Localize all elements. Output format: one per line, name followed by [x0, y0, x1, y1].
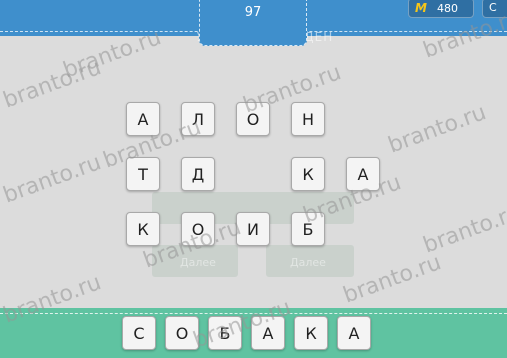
watermark: branto.ru — [340, 250, 445, 309]
watermark: branto.ru — [420, 200, 507, 259]
answer-slot[interactable]: С — [122, 316, 156, 350]
ghost-label-left: Далее — [180, 256, 216, 269]
answer-slot[interactable]: К — [294, 316, 328, 350]
letter-tile[interactable]: Д — [181, 157, 215, 191]
letter-tile[interactable]: О — [181, 212, 215, 246]
answer-slot[interactable]: А — [337, 316, 371, 350]
menu-button[interactable]: С — [482, 0, 507, 18]
answer-slot[interactable]: Б — [208, 316, 242, 350]
watermark: branto.ru — [385, 100, 490, 159]
letter-tile[interactable]: И — [236, 212, 270, 246]
coins-badge[interactable]: M 480 — [408, 0, 474, 18]
letter-tile[interactable]: А — [126, 102, 160, 136]
watermark: branto.ru — [0, 150, 105, 209]
level-tab: 97 — [199, 0, 307, 46]
letter-tile[interactable]: Л — [181, 102, 215, 136]
letter-tile[interactable]: К — [126, 212, 160, 246]
letter-tile[interactable]: Б — [291, 212, 325, 246]
coins-value: 480 — [436, 1, 458, 15]
level-number: 97 — [244, 5, 262, 20]
coin-icon: M — [415, 1, 427, 15]
ghost-label-right: Далее — [290, 256, 326, 269]
letter-tile[interactable]: К — [291, 157, 325, 191]
letter-tile[interactable]: Н — [291, 102, 325, 136]
letter-tile[interactable]: Т — [126, 157, 160, 191]
answer-slot[interactable]: О — [165, 316, 199, 350]
letter-tile[interactable]: О — [236, 102, 270, 136]
answer-slot[interactable]: А — [251, 316, 285, 350]
letter-tile[interactable]: А — [346, 157, 380, 191]
watermark: branto.ru — [0, 55, 105, 114]
answer-bar-stitch — [0, 313, 507, 314]
